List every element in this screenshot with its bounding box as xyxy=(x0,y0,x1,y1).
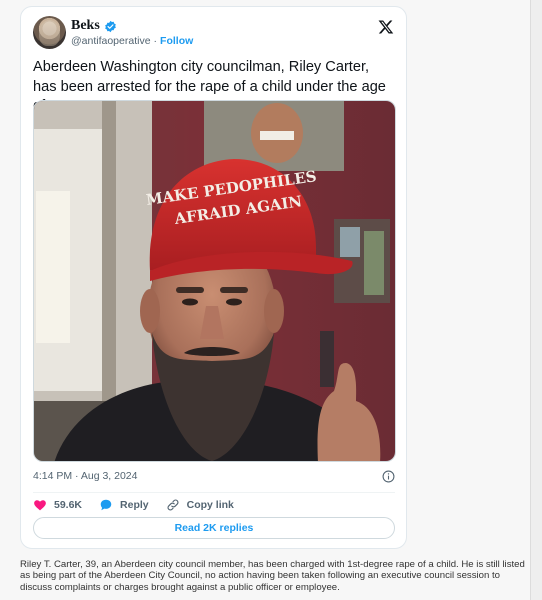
verified-badge-icon xyxy=(104,20,116,32)
copy-link-label: Copy link xyxy=(186,499,234,511)
tweet-timestamp[interactable]: 4:14 PM · Aug 3, 2024 xyxy=(33,470,138,482)
tweet-meta-row: 4:14 PM · Aug 3, 2024 xyxy=(33,468,395,484)
author-handle-row: @antifaoperative · Follow xyxy=(71,35,193,47)
tweet-media-image[interactable]: MAKE PEDOPHILES AFRAID AGAIN xyxy=(33,100,396,462)
read-replies-button[interactable]: Read 2K replies xyxy=(33,517,395,539)
heart-icon xyxy=(34,500,46,511)
copy-link-button[interactable]: Copy link xyxy=(166,498,234,512)
author-name-row: Beks xyxy=(71,18,117,34)
like-count: 59.6K xyxy=(54,499,83,511)
reply-label: Reply xyxy=(120,499,149,511)
page-scrollbar-gutter xyxy=(530,0,542,600)
article-caption: Riley T. Carter, 39, an Aberdeen city co… xyxy=(20,559,525,593)
info-icon[interactable] xyxy=(382,470,395,483)
x-logo-icon[interactable] xyxy=(378,19,394,35)
speech-bubble-icon xyxy=(100,499,112,511)
link-icon xyxy=(167,499,179,511)
author-name[interactable]: Beks xyxy=(71,18,100,34)
reply-button[interactable]: Reply xyxy=(99,498,149,512)
dot-separator: · xyxy=(153,35,158,47)
divider xyxy=(33,492,395,493)
avatar[interactable] xyxy=(33,16,66,49)
author-handle[interactable]: @antifaoperative xyxy=(71,35,151,47)
tweet-action-bar: 59.6K Reply Copy link xyxy=(33,496,251,514)
like-button[interactable]: 59.6K xyxy=(33,498,82,512)
photo-man-in-red-cap: MAKE PEDOPHILES AFRAID AGAIN xyxy=(34,101,395,461)
follow-button[interactable]: Follow xyxy=(160,35,193,47)
embedded-tweet-card: Beks @antifaoperative · Follow Aberdeen … xyxy=(20,6,407,549)
